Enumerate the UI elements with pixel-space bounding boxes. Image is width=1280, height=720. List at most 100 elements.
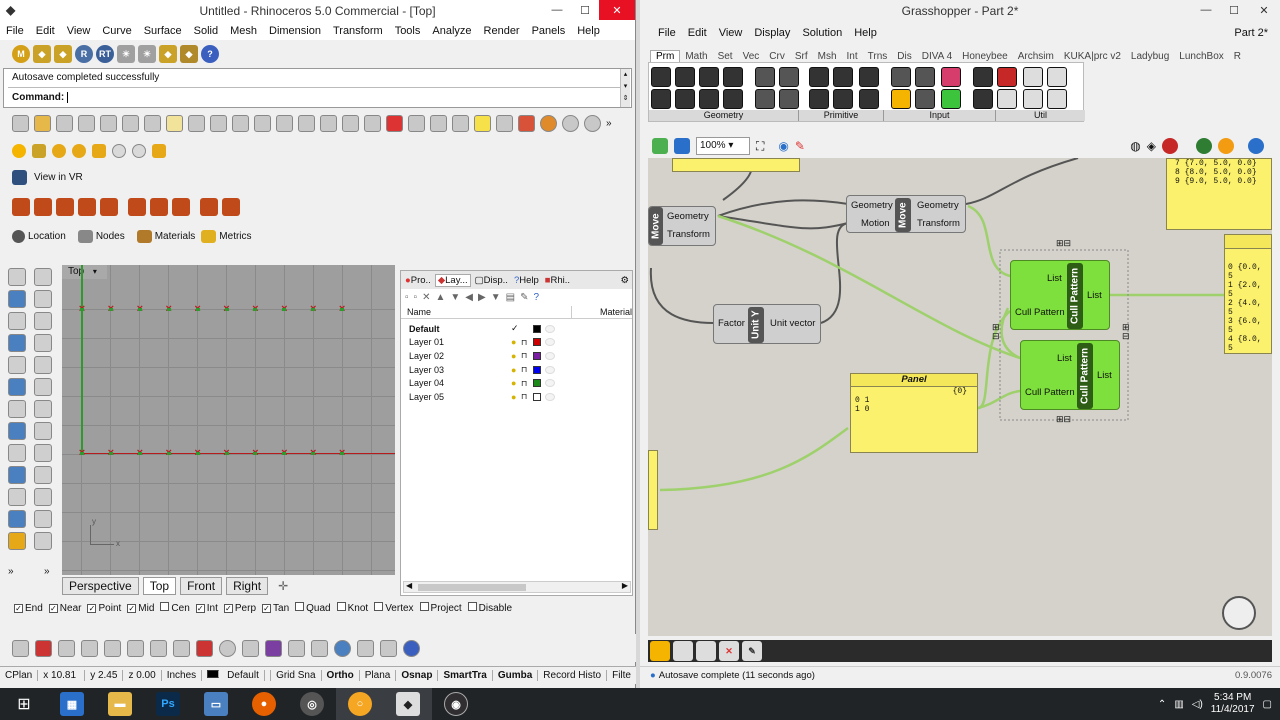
cull1-in-pattern[interactable]: Cull Pattern [1015, 307, 1065, 318]
ribbon-component-icon[interactable] [699, 67, 719, 87]
palette-tool-icon[interactable] [8, 400, 26, 418]
ribbon-component-icon[interactable] [779, 67, 799, 87]
layer-color-swatch[interactable] [533, 379, 541, 388]
osnap-mid[interactable]: ✓ Mid [127, 603, 154, 614]
move-left-out-transform[interactable]: Transform [667, 229, 710, 240]
unlock-icon[interactable]: ⊓ [521, 351, 533, 360]
zoom-extents-tool-icon[interactable]: ⛶ [756, 139, 764, 154]
move-left-icon[interactable]: ◀ [465, 292, 473, 303]
gh-minimize-icon[interactable]: — [1192, 0, 1220, 20]
nodes-button[interactable]: Nodes [77, 229, 125, 243]
menu-tools[interactable]: Tools [389, 25, 427, 37]
spot-icon[interactable] [92, 144, 106, 158]
layer-row[interactable]: Layer 05 ● ⊓ [401, 390, 632, 404]
panel-bottom-left[interactable] [648, 450, 658, 530]
palette-tool-icon[interactable] [34, 466, 52, 484]
toggle-planar[interactable]: Plana [360, 670, 397, 681]
command-prompt[interactable]: Command: [4, 90, 631, 104]
tab-right[interactable]: Right [226, 577, 269, 595]
bt16-icon[interactable] [357, 639, 374, 657]
cplane-icon[interactable] [430, 114, 447, 132]
panel-pattern[interactable]: Panel {0} 0 1 1 0 [850, 373, 978, 453]
layer-row[interactable]: Layer 04 ● ⊓ [401, 376, 632, 390]
bulb-on-icon[interactable]: ● [511, 365, 521, 375]
move-down-icon[interactable]: ▼ [450, 292, 460, 303]
palette-tool-icon[interactable] [8, 422, 26, 440]
dark-tool-1-icon[interactable] [650, 641, 670, 661]
tab-top[interactable]: Top [142, 577, 177, 595]
bt2-icon[interactable] [35, 639, 52, 657]
brick6-icon[interactable] [128, 198, 146, 216]
ribbon-component-icon[interactable] [675, 67, 695, 87]
sphere-preview-icon[interactable] [1248, 138, 1264, 154]
sphere2-icon[interactable] [132, 144, 146, 158]
paste-icon[interactable] [166, 114, 183, 132]
ribbon-component-icon[interactable] [941, 67, 961, 87]
gh-tab-trns[interactable]: Trns [863, 51, 893, 62]
bt17-icon[interactable] [380, 639, 397, 657]
minimize-icon[interactable]: — [543, 0, 571, 20]
cull1-in-list[interactable]: List [1047, 273, 1062, 284]
palette-tool-icon[interactable] [34, 290, 52, 308]
toggle-filter[interactable]: Filte [607, 670, 636, 681]
panel-points-top[interactable]: 7 {7.0, 5.0, 0.0} 8 {8.0, 5.0, 0.0} 9 {9… [1166, 158, 1272, 230]
brick5-icon[interactable] [100, 198, 118, 216]
plugin-tool-icon[interactable]: ◆ [180, 45, 198, 63]
location-button[interactable]: Location [12, 229, 66, 243]
menu-edit[interactable]: Edit [30, 25, 61, 37]
bt1-icon[interactable] [12, 639, 29, 657]
scroll-thumb[interactable] [418, 584, 526, 591]
gh-tab-lunchbox[interactable]: LunchBox [1174, 51, 1228, 62]
menu-curve[interactable]: Curve [96, 25, 137, 37]
materials-button[interactable]: Materials [136, 229, 195, 243]
palette-tool-icon[interactable] [8, 378, 26, 396]
osnap-checkbox[interactable]: ✓ [14, 603, 23, 613]
tray-network-icon[interactable]: ▥ [1174, 699, 1183, 710]
ribbon-component-icon[interactable] [651, 89, 671, 109]
osnap-checkbox[interactable] [336, 602, 346, 611]
osnap-checkbox[interactable] [295, 602, 305, 611]
save-icon[interactable] [56, 114, 73, 132]
ribbon-component-icon[interactable] [915, 67, 935, 87]
add-view-icon[interactable]: ✛ [272, 578, 294, 594]
cull1-out-list[interactable]: List [1087, 290, 1102, 301]
plugin-rt-icon[interactable]: RT [96, 45, 114, 63]
command-scrollbar[interactable]: ▴ ▾ ⇕ [620, 69, 630, 107]
ribbon-component-icon[interactable] [833, 89, 853, 109]
gh-doc-name[interactable]: Part 2* [1228, 27, 1280, 39]
undo-icon[interactable] [188, 114, 205, 132]
bulb-icon[interactable] [474, 114, 491, 132]
plugin-gold-icon[interactable]: ◆ [33, 45, 51, 63]
palette-tool-icon[interactable] [34, 268, 52, 286]
toggle-record-history[interactable]: Record Histo [538, 670, 608, 681]
delete-layer-icon[interactable]: ✕ [422, 292, 430, 303]
gh-tab-set[interactable]: Set [713, 51, 738, 62]
zui-plus-left-1[interactable]: ⊞ ⊟ [992, 323, 1000, 341]
layer-color-swatch[interactable] [533, 351, 541, 360]
ribbon-component-icon[interactable] [997, 89, 1017, 109]
osnap-project[interactable]: Project [419, 602, 462, 614]
bt6-icon[interactable] [127, 639, 144, 657]
osnap-checkbox[interactable] [467, 602, 477, 611]
osnap-quad[interactable]: Quad [295, 602, 331, 614]
bt9-icon[interactable] [196, 639, 213, 657]
palette-tool-icon[interactable] [8, 532, 26, 550]
menu-solid[interactable]: Solid [188, 25, 224, 37]
ribbon-component-icon[interactable] [779, 89, 799, 109]
gh-menu-solution[interactable]: Solution [796, 27, 848, 39]
bt8-icon[interactable] [173, 639, 190, 657]
ribbon-component-icon[interactable] [973, 67, 993, 87]
ribbon-component-icon[interactable] [1047, 67, 1067, 87]
top-viewport[interactable]: Top ▾ ×××××××××××××××××××× y x [62, 265, 395, 575]
palette-tool-icon[interactable] [34, 312, 52, 330]
layer-color-swatch[interactable] [533, 365, 541, 374]
panel-points-right[interactable]: 0 {0.0, 5 1 {2.0, 5 2 {4.0, 5 3 {6.0, 5 … [1224, 234, 1272, 354]
palette-tool-icon[interactable] [8, 290, 26, 308]
panel-settings-icon[interactable]: ⚙ [620, 275, 632, 286]
move-in-motion[interactable]: Motion [861, 218, 890, 229]
sketch-icon[interactable]: ✎ [795, 139, 805, 153]
palette-tool-icon[interactable] [8, 444, 26, 462]
taskbar-item-computer[interactable]: ▭ [192, 688, 240, 720]
status-cplane[interactable]: CPlan [0, 670, 39, 681]
ribbon-component-icon[interactable] [809, 67, 829, 87]
